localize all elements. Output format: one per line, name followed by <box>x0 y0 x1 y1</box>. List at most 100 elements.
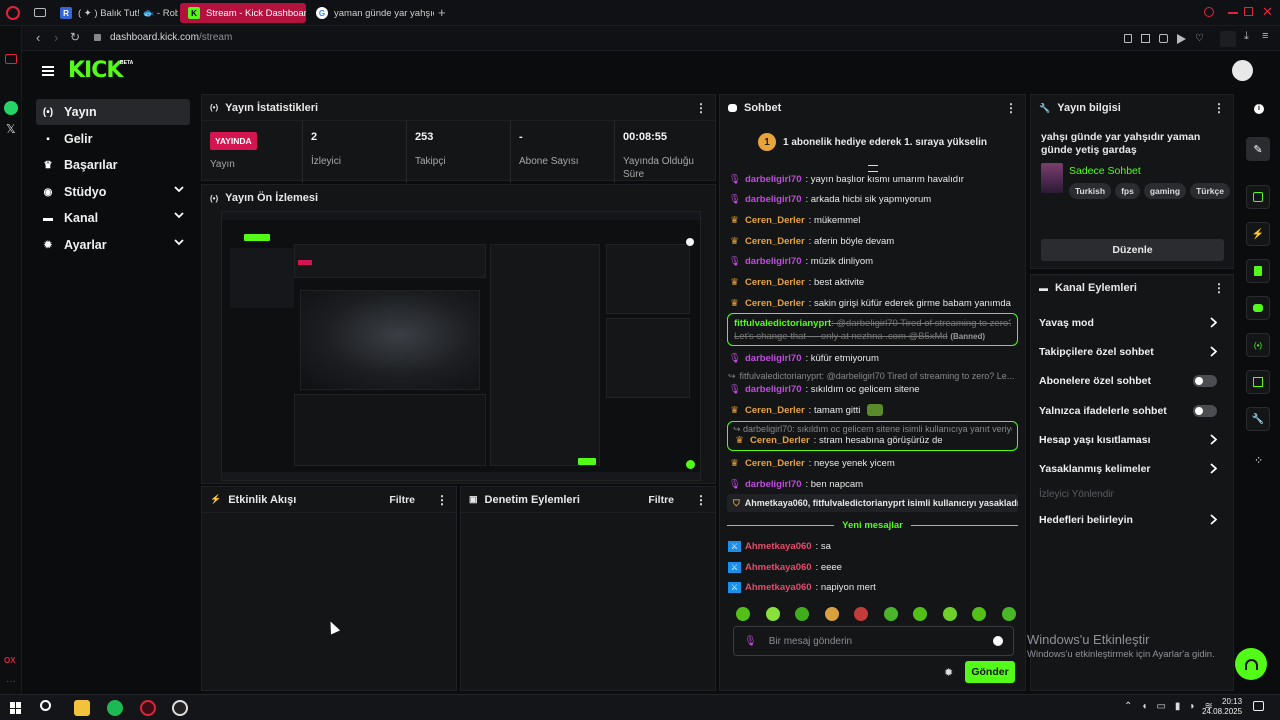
chat-message[interactable]: ♛ Ceren_Derler: sakin girişi küfür ederek… <box>728 296 1018 310</box>
sidebar-item-basarilar[interactable]: ♛ Başarılar <box>36 152 190 178</box>
send-icon[interactable] <box>1177 34 1186 44</box>
more-dots-icon[interactable]: ··· <box>6 676 16 687</box>
mic-icon[interactable]: 🎙 <box>744 636 757 647</box>
new-tab-button[interactable]: + <box>438 5 446 20</box>
kick-logo[interactable]: KICK <box>68 58 123 83</box>
tag-pill[interactable]: Türkçe <box>1190 183 1230 199</box>
windows-start-icon[interactable] <box>10 702 22 714</box>
download-icon[interactable]: ⤓ <box>1244 30 1249 43</box>
banned-words-row[interactable]: Yasaklanmış kelimeler <box>1031 454 1225 483</box>
chat-username[interactable]: Ceren_Derler <box>745 458 805 469</box>
chat-username[interactable]: Ceren_Derler <box>745 215 805 226</box>
emote-icon[interactable] <box>883 607 898 621</box>
moderation-filter-button[interactable]: Filtre <box>648 494 674 506</box>
reply-message-highlight[interactable]: ↪ darbeligirl70: sıkıldım oc gelicem sit… <box>727 421 1018 451</box>
edit-stream-button[interactable]: Düzenle <box>1041 239 1224 261</box>
chat-username[interactable]: Ceren_Derler <box>745 277 805 288</box>
chat-username[interactable]: darbeligirl70 <box>745 384 802 395</box>
sidebar-item-yayin[interactable]: (•) Yayın <box>36 99 190 125</box>
more-options-icon[interactable]: ⋮ <box>1005 101 1017 115</box>
chat-message[interactable]: 🎙 darbeligirl70: küfür etmiyorum <box>728 351 1018 365</box>
back-icon[interactable]: ‹ <box>36 30 40 45</box>
set-goals-row[interactable]: Hedefleri belirleyin <box>1031 505 1225 534</box>
chat-username[interactable]: darbeligirl70 <box>745 174 802 185</box>
chat-button[interactable] <box>1246 296 1270 320</box>
stream-video-preview[interactable] <box>221 211 701 481</box>
mic-icon[interactable]: ▮ <box>1175 701 1181 712</box>
layout-button[interactable] <box>1246 370 1270 394</box>
network-icon[interactable]: ▭ <box>1156 701 1165 712</box>
clip-button[interactable] <box>1246 185 1270 209</box>
chat-input[interactable]: 🎙 Bir mesaj gönderin <box>733 626 1014 656</box>
chat-message[interactable]: 🎙 darbeligirl70: sıkıldım oc gelicem site… <box>728 382 1018 396</box>
chat-username[interactable]: Ceren_Derler <box>745 236 805 247</box>
chat-username[interactable]: Ahmetkaya060 <box>745 541 812 552</box>
reload-icon[interactable]: ↻ <box>70 30 80 44</box>
user-avatar[interactable] <box>1232 60 1253 81</box>
more-options-icon[interactable]: ⋮ <box>1213 281 1225 295</box>
tag-pill[interactable]: Turkish <box>1069 183 1112 199</box>
chat-message[interactable]: 🎙 darbeligirl70: ben napcam <box>728 477 1018 491</box>
whatsapp-icon[interactable] <box>4 101 18 115</box>
sidebar-item-studyo[interactable]: ◉ Stüdyo <box>36 179 190 205</box>
sidebar-item-ayarlar[interactable]: ✹ Ayarlar <box>36 232 190 258</box>
emote-icon[interactable] <box>913 607 928 621</box>
opera-logo-icon[interactable] <box>6 6 20 20</box>
cube-icon[interactable] <box>1159 34 1168 43</box>
info-icon[interactable]: i <box>1254 104 1264 114</box>
chat-message[interactable]: 🎙 darbeligirl70: yayın başlıor kısmı umar… <box>728 172 1018 186</box>
maximize-button[interactable] <box>1244 7 1253 16</box>
emote-icon[interactable] <box>736 607 750 621</box>
chat-username[interactable]: Ceren_Derler <box>750 435 810 446</box>
obs-icon[interactable] <box>172 700 188 716</box>
x-twitter-icon[interactable]: 𝕏 <box>6 122 16 136</box>
forward-icon[interactable]: › <box>54 30 58 45</box>
snapshot-icon[interactable] <box>1141 34 1150 43</box>
category-thumbnail[interactable] <box>1041 163 1063 193</box>
chat-username[interactable]: Ceren_Derler <box>745 405 805 416</box>
emote-icon[interactable] <box>765 607 780 621</box>
speaker-icon[interactable]: ◗ <box>1189 701 1195 712</box>
slow-mode-row[interactable]: Yavaş mod <box>1031 308 1225 337</box>
chat-message[interactable]: ♛ Ceren_Derler: tamam gitti <box>728 403 1018 417</box>
search-icon[interactable] <box>40 700 51 711</box>
workspaces-icon[interactable] <box>34 8 46 17</box>
chat-message[interactable]: ♛ Ceren_Derler: best aktivite <box>728 275 1018 289</box>
chat-message[interactable]: ♛ Ceren_Derler: aferin böyle devam <box>728 234 1018 248</box>
chat-message[interactable]: ⚔ Ahmetkaya060: sa <box>728 539 1018 553</box>
pinned-banner[interactable]: 1 1 abonelik hediye ederek 1. sıraya yük… <box>720 125 1025 159</box>
edit-pencil-button[interactable]: ✎ <box>1246 137 1270 161</box>
emote-icon[interactable] <box>942 607 957 621</box>
chat-username[interactable]: Ceren_Derler <box>745 298 805 309</box>
close-window-button[interactable]: ✕ <box>1262 4 1273 20</box>
collapse-handle-icon[interactable] <box>868 165 878 172</box>
connections-icon[interactable]: ⁘ <box>1254 454 1263 467</box>
search-icon[interactable] <box>1204 7 1214 17</box>
document-button[interactable] <box>1246 259 1270 283</box>
support-chat-button[interactable] <box>1235 648 1267 680</box>
emote-icon[interactable] <box>795 607 810 621</box>
category-name[interactable]: Sadece Sohbet <box>1069 165 1141 177</box>
spotify-icon[interactable] <box>107 700 123 716</box>
wallet-icon[interactable] <box>5 54 17 64</box>
system-tray-icons[interactable]: ⌃ ◖ ▭ ▮ ◗ ≋ <box>1124 701 1213 712</box>
chevron-up-icon[interactable]: ⌃ <box>1124 701 1132 712</box>
chat-username[interactable]: Ahmetkaya060 <box>745 562 812 573</box>
chat-message[interactable]: ♛ Ceren_Derler: mükemmel <box>728 213 1018 227</box>
chat-message[interactable]: ⚔ Ahmetkaya060: napiyon mert <box>728 580 1018 594</box>
minimize-button[interactable] <box>1228 12 1238 14</box>
chat-username[interactable]: fitfulvaledictorianyprt <box>734 318 831 329</box>
chat-username[interactable]: Ahmetkaya060 <box>745 582 812 593</box>
url-field[interactable]: dashboard.kick.com/stream <box>110 32 232 43</box>
sidebar-item-gelir[interactable]: ▪ Gelir <box>36 126 190 152</box>
volume-icon[interactable]: ◖ <box>1141 701 1147 712</box>
send-button[interactable]: Gönder <box>965 661 1015 683</box>
emote-icon[interactable] <box>972 607 987 621</box>
chat-settings-gear-icon[interactable]: ✹ <box>944 666 953 679</box>
banned-message[interactable]: fitfulvaledictorianyprt: @darbeligirl70 … <box>727 313 1018 346</box>
emote-icon[interactable] <box>824 607 839 621</box>
ox-icon[interactable]: OX <box>4 656 16 665</box>
more-options-icon[interactable]: ⋮ <box>695 493 707 507</box>
chat-username[interactable]: darbeligirl70 <box>745 194 802 205</box>
more-options-icon[interactable]: ⋮ <box>436 493 448 507</box>
